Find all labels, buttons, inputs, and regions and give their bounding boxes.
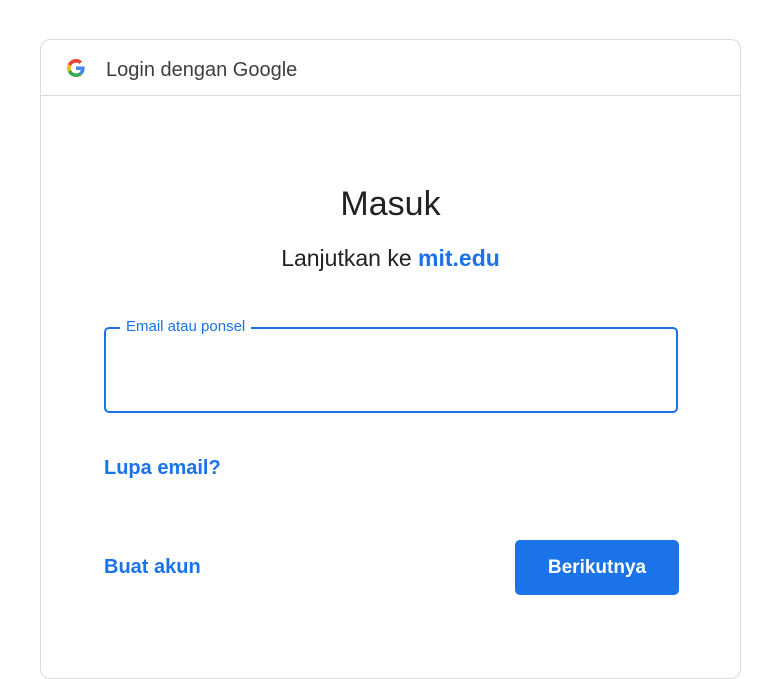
create-account-link[interactable]: Buat akun <box>104 556 201 578</box>
subtitle-domain: mit.edu <box>418 245 500 271</box>
google-g-icon <box>67 59 85 77</box>
card-header: Login dengan Google <box>41 40 740 96</box>
email-field-label: Email atau ponsel <box>120 317 252 337</box>
page-subtitle: Lanjutkan ke mit.edu <box>41 244 740 272</box>
forgot-email-link[interactable]: Lupa email? <box>104 457 221 479</box>
next-button[interactable]: Berikutnya <box>515 540 679 595</box>
email-field[interactable] <box>120 349 664 391</box>
page-title: Masuk <box>340 185 441 223</box>
subtitle-prefix: Lanjutkan ke <box>281 245 412 271</box>
email-field-container: Email atau ponsel <box>104 317 678 413</box>
header-title: Login dengan Google <box>106 59 298 81</box>
sign-in-card: Login dengan Google Masuk Lanjutkan ke m… <box>40 39 741 679</box>
